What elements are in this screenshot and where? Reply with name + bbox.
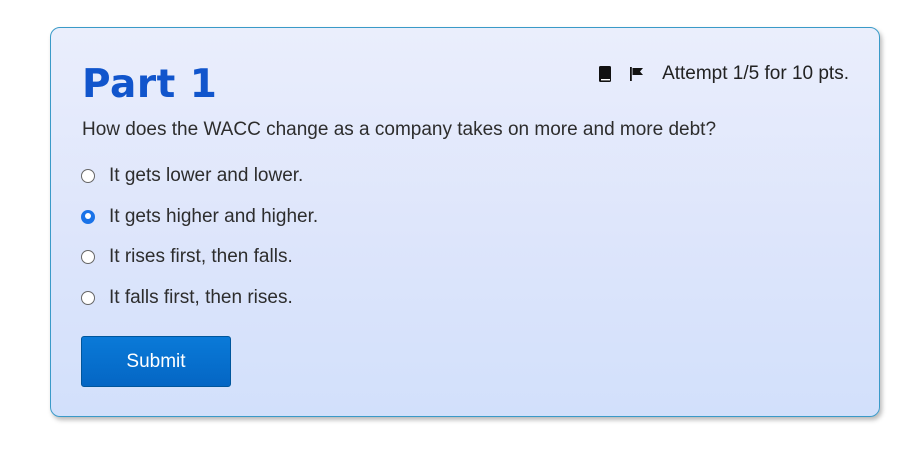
answer-options: It gets lower and lower. It gets higher … xyxy=(81,156,318,318)
submit-button[interactable]: Submit xyxy=(81,336,231,387)
answer-option-label: It rises first, then falls. xyxy=(109,246,293,268)
radio-button[interactable] xyxy=(81,169,95,184)
part-title: Part 1 xyxy=(82,62,218,107)
question-text: How does the WACC change as a company ta… xyxy=(82,119,717,140)
answer-option-1[interactable]: It gets lower and lower. xyxy=(81,156,318,197)
answer-option-4[interactable]: It falls first, then rises. xyxy=(81,278,318,319)
attempt-info: Attempt 1/5 for 10 pts. xyxy=(595,62,849,86)
answer-option-2[interactable]: It gets higher and higher. xyxy=(81,197,318,238)
radio-button[interactable] xyxy=(81,250,95,265)
question-card: Part 1 Attempt 1/5 for 10 pts. How does … xyxy=(50,27,880,417)
answer-option-label: It falls first, then rises. xyxy=(109,286,293,308)
attempt-text: Attempt 1/5 for 10 pts. xyxy=(662,63,849,84)
answer-option-label: It gets lower and lower. xyxy=(109,165,304,187)
answer-option-label: It gets higher and higher. xyxy=(109,205,319,227)
radio-button-selected[interactable] xyxy=(81,209,95,224)
book-icon[interactable] xyxy=(595,64,615,84)
answer-option-3[interactable]: It rises first, then falls. xyxy=(81,237,318,278)
radio-button[interactable] xyxy=(81,290,95,305)
flag-icon[interactable] xyxy=(627,64,647,84)
